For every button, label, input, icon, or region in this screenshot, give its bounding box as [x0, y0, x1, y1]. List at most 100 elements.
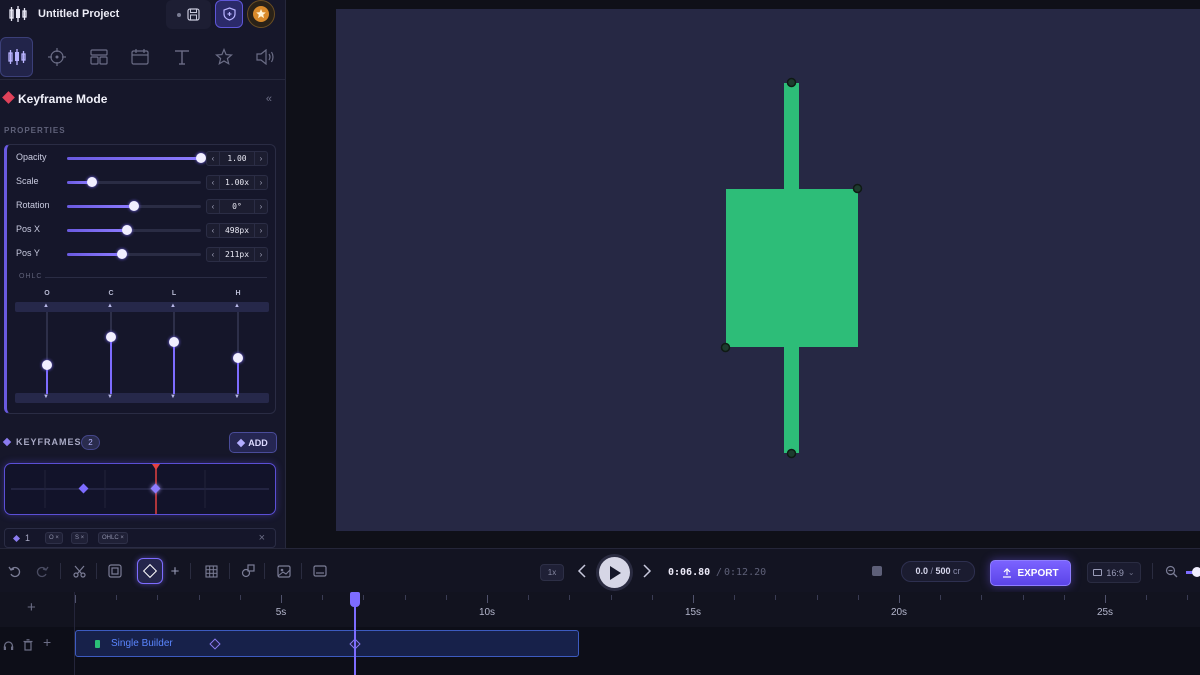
zoom-slider-knob[interactable]: [1192, 567, 1200, 577]
ohlc-slider-label: O: [44, 290, 50, 297]
keyframe-mini-track[interactable]: [4, 463, 276, 515]
property-label: Pos X: [16, 224, 41, 234]
ohlc-slider-track[interactable]: [106, 312, 116, 394]
open-handle[interactable]: [720, 342, 731, 353]
keyframe-chip[interactable]: O ×: [45, 532, 63, 544]
add-clip-plus-icon[interactable]: +: [43, 634, 51, 650]
decrement-chevron-icon[interactable]: ‹: [207, 202, 219, 211]
tool-text[interactable]: [165, 37, 198, 77]
property-slider[interactable]: [67, 225, 201, 235]
triangle-down-icon[interactable]: ▼: [234, 394, 240, 400]
caption-button[interactable]: [310, 561, 330, 581]
play-button[interactable]: [599, 557, 630, 588]
high-handle[interactable]: [786, 77, 797, 88]
tool-target[interactable]: [40, 37, 73, 77]
increment-chevron-icon[interactable]: ›: [255, 202, 267, 211]
triangle-up-icon[interactable]: ▲: [107, 303, 113, 309]
triangle-up-icon[interactable]: ▲: [170, 303, 176, 309]
shield-button[interactable]: [215, 0, 243, 28]
collapse-panel-icon[interactable]: «: [266, 93, 272, 105]
previous-frame-button[interactable]: [572, 561, 592, 581]
ohlc-slider-l[interactable]: L ▲ ▼: [164, 290, 184, 402]
aspect-ratio-select[interactable]: 16:9 ⌄: [1087, 562, 1141, 583]
frame-button[interactable]: [105, 561, 125, 581]
triangle-up-icon[interactable]: ▲: [234, 303, 240, 309]
shapes-button[interactable]: [238, 561, 258, 581]
increment-chevron-icon[interactable]: ›: [255, 250, 267, 259]
property-slider[interactable]: [67, 177, 201, 187]
next-frame-button[interactable]: [637, 561, 657, 581]
increment-chevron-icon[interactable]: ›: [255, 154, 267, 163]
property-value[interactable]: 498px: [219, 224, 255, 237]
property-value[interactable]: 1.00x: [219, 176, 255, 189]
premium-button[interactable]: [247, 0, 275, 28]
clip-keyframe-marker[interactable]: [209, 638, 221, 650]
ohlc-slider-c[interactable]: C ▲ ▼: [101, 290, 121, 402]
ohlc-slider-h[interactable]: H ▲ ▼: [228, 290, 248, 402]
stop-button[interactable]: [867, 561, 887, 581]
property-slider-knob[interactable]: [196, 153, 206, 163]
ohlc-slider-track[interactable]: [233, 312, 243, 394]
ohlc-slider-track[interactable]: [42, 312, 52, 394]
property-slider[interactable]: [67, 249, 201, 259]
add-keyframe-plus-icon[interactable]: +: [165, 561, 185, 581]
decrement-chevron-icon[interactable]: ‹: [207, 250, 219, 259]
export-button[interactable]: EXPORT: [990, 560, 1071, 586]
property-slider-knob[interactable]: [116, 249, 127, 259]
triangle-down-icon[interactable]: ▼: [107, 394, 113, 400]
preview-canvas[interactable]: [336, 9, 1200, 531]
keyframe-list-item[interactable]: 1 O × S × OHLC × ×: [4, 528, 276, 548]
tool-candlestick[interactable]: [0, 37, 33, 77]
keyframe-chip[interactable]: S ×: [71, 532, 89, 544]
save-button[interactable]: [166, 0, 211, 29]
trash-icon[interactable]: [23, 639, 33, 651]
undo-button[interactable]: [4, 561, 24, 581]
project-title[interactable]: Untitled Project: [38, 8, 119, 20]
add-track-plus-icon[interactable]: +: [27, 599, 36, 616]
ohlc-slider-track[interactable]: [169, 312, 179, 394]
tool-calendar[interactable]: [123, 37, 156, 77]
property-slider[interactable]: [67, 201, 201, 211]
decrement-chevron-icon[interactable]: ‹: [207, 226, 219, 235]
triangle-up-icon[interactable]: ▲: [43, 303, 49, 309]
cut-button[interactable]: [69, 561, 89, 581]
image-button[interactable]: [274, 561, 294, 581]
ruler-tick: [528, 595, 530, 600]
add-keyframe-button[interactable]: ADD: [229, 432, 277, 453]
property-value[interactable]: 211px: [219, 248, 255, 261]
property-slider-knob[interactable]: [87, 177, 98, 187]
redo-button[interactable]: [32, 561, 52, 581]
tool-effects[interactable]: [207, 37, 240, 77]
ohlc-slider-knob[interactable]: [42, 360, 52, 371]
triangle-down-icon[interactable]: ▼: [170, 394, 176, 400]
property-slider-knob[interactable]: [129, 201, 139, 211]
keyframe-chip[interactable]: OHLC ×: [98, 532, 128, 544]
property-value[interactable]: 0°: [219, 200, 255, 213]
property-value[interactable]: 1.00: [219, 152, 255, 165]
increment-chevron-icon[interactable]: ›: [255, 178, 267, 187]
timeline-ruler[interactable]: + 5s 10s 15s 20s 25s: [0, 592, 1200, 627]
keyframe-mode-button[interactable]: [137, 558, 163, 584]
decrement-chevron-icon[interactable]: ‹: [207, 154, 219, 163]
remove-keyframe-icon[interactable]: ×: [259, 532, 265, 544]
tool-audio[interactable]: [248, 37, 281, 77]
grid-button[interactable]: [201, 561, 221, 581]
ohlc-slider-knob[interactable]: [233, 352, 243, 363]
decrement-chevron-icon[interactable]: ‹: [207, 178, 219, 187]
property-slider[interactable]: [67, 153, 206, 163]
low-handle[interactable]: [786, 448, 797, 459]
timeline-clip[interactable]: Single Builder: [75, 630, 579, 657]
close-handle[interactable]: [852, 183, 863, 194]
property-slider-knob[interactable]: [122, 225, 133, 235]
zoom-out-button[interactable]: [1161, 561, 1181, 581]
triangle-down-icon[interactable]: ▼: [43, 394, 49, 400]
playback-speed[interactable]: 1x: [540, 564, 564, 581]
increment-chevron-icon[interactable]: ›: [255, 226, 267, 235]
tool-layout[interactable]: [82, 37, 115, 77]
candle-body[interactable]: [726, 189, 858, 347]
playhead-handle[interactable]: [350, 592, 361, 607]
headphones-icon[interactable]: [3, 640, 14, 651]
ohlc-slider-knob[interactable]: [169, 336, 179, 347]
ohlc-slider-knob[interactable]: [106, 331, 116, 342]
ohlc-slider-o[interactable]: O ▲ ▼: [37, 290, 57, 402]
